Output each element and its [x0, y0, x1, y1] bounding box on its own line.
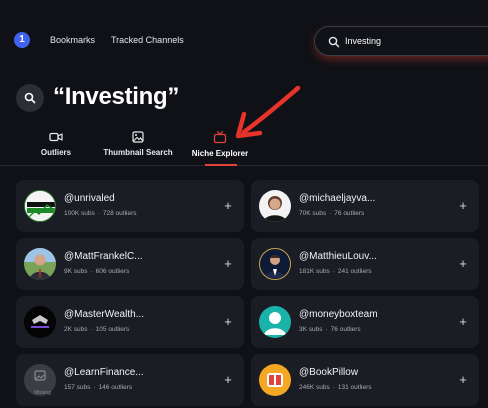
nav-tracked-channels-link[interactable]: Tracked Channels [111, 35, 184, 45]
channel-stats: 246K subs · 131 outliers [299, 384, 372, 391]
search-bar[interactable] [314, 26, 488, 56]
search-icon [328, 36, 340, 48]
channel-card[interactable]: @MatthieuLouv... 181K subs · 241 outliers … [251, 238, 479, 290]
active-tab-indicator [205, 164, 237, 166]
channel-card[interactable]: @BookPillow 246K subs · 131 outliers + [251, 354, 479, 406]
avatar [259, 248, 291, 280]
add-button[interactable]: + [455, 314, 471, 330]
avatar [259, 190, 291, 222]
channel-card[interactable]: @unrivaled 100K subs · 728 outliers + [16, 180, 244, 232]
search-input[interactable] [345, 33, 485, 49]
channel-name[interactable]: @MattFrankelC... [64, 251, 143, 262]
channel-card[interactable]: @moneyboxteam 3K subs · 76 outliers + [251, 296, 479, 348]
avatar-missing-label: Missing [34, 390, 51, 396]
video-camera-icon [49, 132, 63, 142]
add-button[interactable]: + [455, 372, 471, 388]
add-button[interactable]: + [220, 256, 236, 272]
unrivaled-logo [25, 191, 55, 221]
tab-thumbnail-search[interactable]: Thumbnail Search [100, 128, 176, 166]
title-search-icon [16, 84, 44, 112]
default-avatar-icon [264, 312, 286, 335]
add-button[interactable]: + [220, 314, 236, 330]
top-nav: 1 Bookmarks Tracked Channels [0, 0, 488, 82]
tab-thumbnail-search-label: Thumbnail Search [103, 148, 173, 157]
avatar [24, 306, 56, 338]
channel-name[interactable]: @moneyboxteam [299, 309, 378, 320]
avatar [24, 190, 56, 222]
avatar [24, 248, 56, 280]
tv-icon [213, 131, 227, 144]
tab-niche-explorer-label: Niche Explorer [191, 149, 249, 158]
page-title: “Investing” [53, 83, 180, 110]
channel-stats: 70K subs · 76 outliers [299, 210, 365, 217]
channel-card[interactable]: @MasterWealth... 2K subs · 105 outliers + [16, 296, 244, 348]
channel-name[interactable]: @michaeljayva... [299, 193, 375, 204]
annotation-arrow [235, 85, 301, 139]
channel-stats: 100K subs · 728 outliers [64, 210, 137, 217]
add-button[interactable]: + [455, 256, 471, 272]
image-icon [132, 131, 144, 143]
add-button[interactable]: + [220, 198, 236, 214]
channel-name[interactable]: @MatthieuLouv... [299, 251, 377, 262]
logo[interactable]: 1 [14, 32, 30, 48]
channel-name[interactable]: @MasterWealth... [64, 309, 144, 320]
channel-name[interactable]: @BookPillow [299, 367, 358, 378]
tab-outliers-label: Outliers [40, 148, 72, 157]
add-button[interactable]: + [220, 372, 236, 388]
avatar [259, 364, 291, 396]
channel-stats: 2K subs · 105 outliers [64, 326, 130, 333]
channel-stats: 9K subs · 606 outliers [64, 268, 130, 275]
add-button[interactable]: + [455, 198, 471, 214]
channel-name[interactable]: @unrivaled [64, 193, 115, 204]
channel-card[interactable]: @michaeljayva... 70K subs · 76 outliers + [251, 180, 479, 232]
channel-stats: 181K subs · 241 outliers [299, 268, 372, 275]
channel-name[interactable]: @LearnFinance... [64, 367, 144, 378]
tab-outliers[interactable]: Outliers [36, 128, 76, 166]
channel-card[interactable]: Missing @LearnFinance... 157 subs · 146 ou… [16, 354, 244, 406]
book-pillow-logo [267, 373, 283, 387]
master-wealth-logo [31, 315, 49, 328]
channel-card[interactable]: @MattFrankelC... 9K subs · 606 outliers + [16, 238, 244, 290]
nav-bookmarks-link[interactable]: Bookmarks [50, 35, 95, 45]
channel-stats: 3K subs · 76 outliers [299, 326, 361, 333]
avatar [259, 306, 291, 338]
channel-stats: 157 subs · 146 outliers [64, 384, 133, 391]
